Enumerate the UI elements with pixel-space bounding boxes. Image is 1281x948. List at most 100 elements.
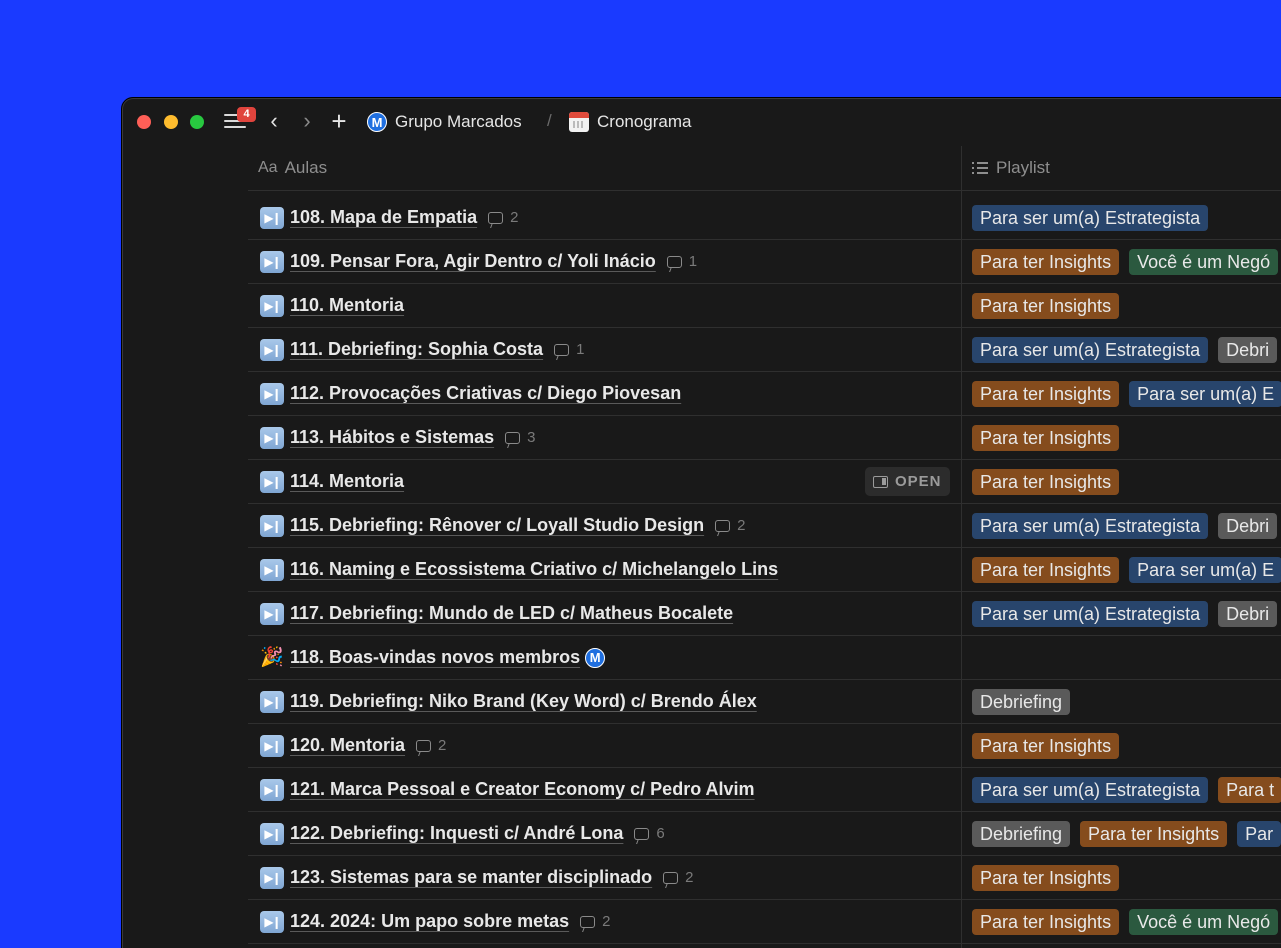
row-title-link[interactable]: 110. Mentoria	[290, 295, 404, 316]
comment-count[interactable]: 2	[580, 913, 610, 930]
row-title-link[interactable]: 118. Boas-vindas novos membros	[290, 647, 580, 668]
playlist-cell[interactable]: Para ter Insights Você é um Negó	[972, 240, 1281, 283]
comment-count[interactable]: 2	[488, 209, 518, 226]
minimize-window-button[interactable]	[164, 115, 178, 129]
row-title-link[interactable]: 113. Hábitos e Sistemas	[290, 427, 494, 448]
comment-count[interactable]: 1	[554, 341, 584, 358]
playlist-tag[interactable]: Para t	[1218, 776, 1281, 803]
playlist-cell[interactable]: Para ter Insights	[972, 724, 1129, 767]
row-title-cell[interactable]: ▶❙ 120. Mentoria 2	[260, 724, 446, 767]
row-title-link[interactable]: 121. Marca Pessoal e Creator Economy c/ …	[290, 779, 755, 800]
back-arrow-icon[interactable]: ‹	[263, 109, 285, 133]
playlist-cell[interactable]: Debriefing Para ter Insights Par	[972, 812, 1281, 855]
row-title-cell[interactable]: ▶❙ 119. Debriefing: Niko Brand (Key Word)…	[260, 680, 757, 723]
playlist-cell[interactable]: Para ter Insights Para ser um(a) E	[972, 372, 1281, 415]
comment-count[interactable]: 6	[634, 825, 665, 842]
playlist-tag[interactable]: Para ter Insights	[972, 864, 1120, 891]
playlist-cell[interactable]: Para ter Insights Você é um Negó	[972, 900, 1281, 943]
playlist-tag[interactable]: Debriefing	[972, 688, 1071, 715]
playlist-tag[interactable]: Debri	[1218, 512, 1278, 539]
comment-count[interactable]: 2	[715, 517, 745, 534]
row-title-cell[interactable]: ▶❙ 122. Debriefing: Inquesti c/ André Lon…	[260, 812, 665, 855]
row-title-link[interactable]: 111. Debriefing: Sophia Costa	[290, 339, 543, 360]
row-title-cell[interactable]: ▶❙ 111. Debriefing: Sophia Costa 1	[260, 328, 584, 371]
row-title-link[interactable]: 108. Mapa de Empatia	[290, 207, 477, 228]
comment-count[interactable]: 1	[666, 253, 697, 270]
playlist-cell[interactable]: Para ter Insights Para ser um(a) E	[972, 548, 1281, 591]
row-title-link[interactable]: 116. Naming e Ecossistema Criativo c/ Mi…	[290, 559, 778, 580]
comment-count[interactable]: 3	[505, 429, 535, 446]
playlist-tag[interactable]: Para ter Insights	[972, 556, 1120, 583]
playlist-tag[interactable]: Você é um Negó	[1129, 248, 1279, 275]
row-title-cell[interactable]: ▶❙ 112. Provocações Criativas c/ Diego Pi…	[260, 372, 681, 415]
breadcrumb-workspace[interactable]: M Grupo Marcados	[367, 111, 522, 133]
table-row[interactable]: ▶❙ 110. Mentoria Para ter Insights	[248, 284, 1281, 328]
mention-avatar[interactable]: M	[585, 647, 606, 668]
playlist-tag[interactable]: Para ter Insights	[972, 248, 1120, 275]
row-title-cell[interactable]: ▶❙ 117. Debriefing: Mundo de LED c/ Mathe…	[260, 592, 733, 635]
playlist-cell[interactable]: Para ser um(a) Estrategista Debri	[972, 592, 1281, 635]
playlist-cell[interactable]: Debriefing	[972, 680, 1080, 723]
breadcrumb-page[interactable]: Cronograma	[569, 111, 692, 133]
row-title-cell[interactable]: ▶❙ 124. 2024: Um papo sobre metas 2	[260, 900, 610, 943]
table-row[interactable]: 🎉 118. Boas-vindas novos membros M	[248, 636, 1281, 680]
table-row[interactable]: ▶❙ 117. Debriefing: Mundo de LED c/ Mathe…	[248, 592, 1281, 636]
close-window-button[interactable]	[137, 115, 151, 129]
table-row[interactable]: ▶❙ 123. Sistemas para se manter disciplin…	[248, 856, 1281, 900]
playlist-cell[interactable]: Para ter Insights	[972, 284, 1129, 327]
playlist-tag[interactable]: Debri	[1218, 336, 1278, 363]
playlist-cell[interactable]: Para ter Insights	[972, 416, 1129, 459]
table-row[interactable]: ▶❙ 124. 2024: Um papo sobre metas 2 Para te…	[248, 900, 1281, 944]
new-page-plus-icon[interactable]: +	[328, 108, 350, 134]
comment-count[interactable]: 2	[663, 869, 694, 886]
playlist-tag[interactable]: Para ter Insights	[972, 292, 1120, 319]
row-title-link[interactable]: 112. Provocações Criativas c/ Diego Piov…	[290, 383, 681, 404]
row-title-cell[interactable]: ▶❙ 123. Sistemas para se manter disciplin…	[260, 856, 694, 899]
playlist-tag[interactable]: Para ter Insights	[972, 380, 1120, 407]
table-row[interactable]: ▶❙ 109. Pensar Fora, Agir Dentro c/ Yoli …	[248, 240, 1281, 284]
row-title-link[interactable]: 124. 2024: Um papo sobre metas	[290, 911, 569, 932]
table-row[interactable]: ▶❙ 111. Debriefing: Sophia Costa 1 Para ser…	[248, 328, 1281, 372]
playlist-cell[interactable]: DebriefingPara ter InsightsPa	[972, 944, 1281, 948]
open-page-button[interactable]: OPEN	[865, 467, 950, 496]
playlist-tag[interactable]: Para ser um(a) Estrategista	[972, 600, 1209, 627]
playlist-tag[interactable]: Par	[1237, 820, 1281, 847]
playlist-tag[interactable]: Para ser um(a) Estrategista	[972, 336, 1209, 363]
row-title-link[interactable]: 117. Debriefing: Mundo de LED c/ Matheus…	[290, 603, 733, 624]
playlist-tag[interactable]: Debri	[1218, 600, 1278, 627]
row-title-cell[interactable]: ▶❙ 109. Pensar Fora, Agir Dentro c/ Yoli …	[260, 240, 697, 283]
comment-count[interactable]: 2	[416, 737, 446, 754]
row-title-cell[interactable]: ▶❙125. Debriefing: Escola Rui Barbosa c/…	[260, 944, 792, 948]
table-row[interactable]: ▶❙ 115. Debriefing: Rênover c/ Loyall Stu…	[248, 504, 1281, 548]
table-row[interactable]: ▶❙ 116. Naming e Ecossistema Criativo c/ …	[248, 548, 1281, 592]
playlist-tag[interactable]: Para ser um(a) Estrategista	[972, 204, 1209, 231]
table-row[interactable]: ▶❙ 121. Marca Pessoal e Creator Economy c…	[248, 768, 1281, 812]
table-row[interactable]: ▶❙ 113. Hábitos e Sistemas 3 Para ter Insig…	[248, 416, 1281, 460]
row-title-cell[interactable]: ▶❙ 110. Mentoria	[260, 284, 404, 327]
row-title-cell[interactable]: ▶❙ 114. Mentoria	[260, 460, 404, 503]
playlist-tag[interactable]: Para ser um(a) E	[1129, 380, 1281, 407]
row-title-link[interactable]: 119. Debriefing: Niko Brand (Key Word) c…	[290, 691, 757, 712]
row-title-cell[interactable]: ▶❙ 113. Hábitos e Sistemas 3	[260, 416, 535, 459]
playlist-tag[interactable]: Debriefing	[972, 820, 1071, 847]
table-row[interactable]: ▶❙ 108. Mapa de Empatia 2 Para ser um(a) Es…	[248, 196, 1281, 240]
table-row[interactable]: ▶❙125. Debriefing: Escola Rui Barbosa c/…	[248, 944, 1281, 948]
row-title-cell[interactable]: ▶❙ 115. Debriefing: Rênover c/ Loyall Stu…	[260, 504, 745, 547]
playlist-tag[interactable]: Para ser um(a) E	[1129, 556, 1281, 583]
row-title-cell[interactable]: ▶❙ 108. Mapa de Empatia 2	[260, 196, 518, 239]
playlist-tag[interactable]: Para ser um(a) Estrategista	[972, 776, 1209, 803]
row-title-link[interactable]: 122. Debriefing: Inquesti c/ André Lona	[290, 823, 623, 844]
playlist-tag[interactable]: Para ter Insights	[972, 424, 1120, 451]
row-title-cell[interactable]: ▶❙ 116. Naming e Ecossistema Criativo c/ …	[260, 548, 778, 591]
playlist-tag[interactable]: Para ter Insights	[1080, 820, 1228, 847]
playlist-cell[interactable]: Para ser um(a) Estrategista Debri	[972, 504, 1281, 547]
playlist-cell[interactable]: Para ser um(a) Estrategista Para t	[972, 768, 1281, 811]
column-header-playlist[interactable]: Playlist	[972, 146, 1050, 190]
table-row[interactable]: ▶❙ 122. Debriefing: Inquesti c/ André Lon…	[248, 812, 1281, 856]
row-title-link[interactable]: 109. Pensar Fora, Agir Dentro c/ Yoli In…	[290, 251, 656, 272]
maximize-window-button[interactable]	[190, 115, 204, 129]
playlist-tag[interactable]: Para ter Insights	[972, 732, 1120, 759]
row-title-link[interactable]: 120. Mentoria	[290, 735, 405, 756]
playlist-tag[interactable]: Você é um Negó	[1129, 908, 1279, 935]
playlist-cell[interactable]: Para ter Insights	[972, 856, 1129, 899]
